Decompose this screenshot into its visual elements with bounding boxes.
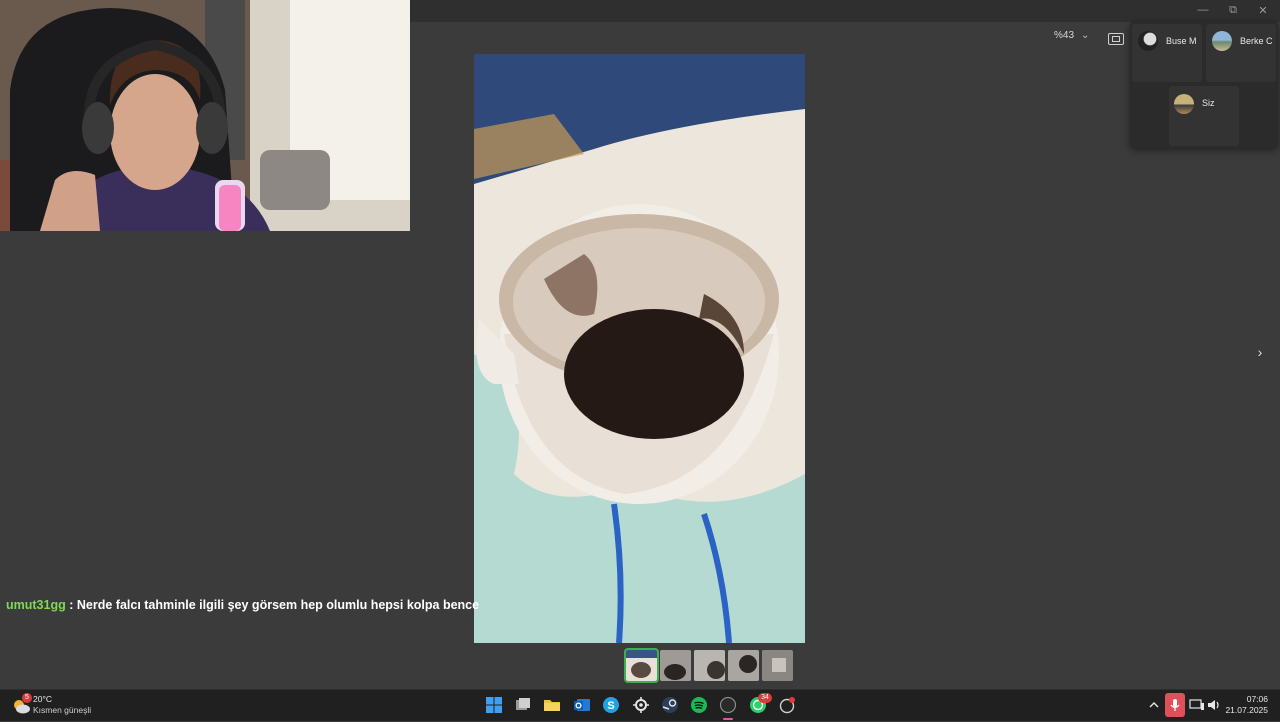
participant-tile-buse[interactable]: Buse M bbox=[1132, 24, 1202, 82]
participant-tile-self[interactable]: Siz bbox=[1169, 86, 1239, 146]
webcam-image bbox=[0, 0, 410, 231]
steelseries-icon[interactable] bbox=[632, 696, 650, 714]
weather-temp: 20°C bbox=[33, 694, 52, 704]
outlook-icon[interactable] bbox=[573, 696, 591, 714]
next-image-button[interactable]: › bbox=[1253, 344, 1267, 360]
svg-text:S: S bbox=[607, 700, 614, 712]
thumbnail-image bbox=[728, 650, 759, 681]
thumbnail-1[interactable] bbox=[624, 648, 659, 683]
coffee-cup-image bbox=[474, 54, 805, 643]
viewer-photo bbox=[474, 54, 805, 643]
participant-name: Berke C bbox=[1240, 36, 1273, 46]
thumbnail-image bbox=[626, 650, 657, 681]
participant-name: Siz bbox=[1202, 98, 1215, 108]
avatar bbox=[1174, 94, 1194, 114]
thumbnail-3[interactable] bbox=[694, 650, 725, 681]
active-app-icon[interactable] bbox=[719, 696, 737, 714]
thumbnail-2[interactable] bbox=[660, 650, 691, 681]
clock-date: 21.07.2025 bbox=[1225, 705, 1268, 715]
chat-username: umut31gg bbox=[6, 598, 66, 612]
thumbnail-image bbox=[762, 650, 793, 681]
display-icon[interactable] bbox=[1189, 697, 1207, 715]
windows-start-icon[interactable] bbox=[485, 696, 503, 714]
clock-time: 07:06 bbox=[1246, 694, 1268, 704]
steam-icon[interactable] bbox=[661, 696, 679, 714]
thumbnail-image bbox=[694, 650, 725, 681]
chat-separator: : bbox=[69, 598, 74, 612]
whatsapp-badge: 34 bbox=[758, 693, 772, 703]
recording-app-icon[interactable] bbox=[778, 696, 796, 714]
thumbnail-4[interactable] bbox=[728, 650, 759, 681]
chevron-down-icon[interactable]: ⌄ bbox=[1081, 30, 1089, 46]
microphone-icon bbox=[1170, 699, 1180, 711]
zoom-level[interactable]: %43 bbox=[1054, 30, 1074, 46]
participant-tile-berke[interactable]: Berke C bbox=[1206, 24, 1276, 82]
weather-desc: Kısmen güneşli bbox=[33, 705, 92, 715]
thumbnail-5[interactable] bbox=[762, 650, 793, 681]
thumbnail-image bbox=[660, 650, 691, 681]
avatar bbox=[1212, 31, 1232, 51]
task-view-icon[interactable] bbox=[514, 696, 532, 714]
weather-widget[interactable]: 5 20°C Kısmen güneşli bbox=[10, 690, 100, 721]
avatar bbox=[1138, 31, 1158, 51]
skype-icon[interactable]: S bbox=[602, 696, 620, 714]
webcam-feed bbox=[0, 0, 410, 231]
close-button[interactable]: ✕ bbox=[1253, 4, 1273, 17]
file-explorer-icon[interactable] bbox=[543, 696, 561, 714]
volume-icon[interactable] bbox=[1206, 697, 1224, 715]
weather-badge: 5 bbox=[22, 693, 32, 703]
minimize-button[interactable]: — bbox=[1193, 4, 1213, 16]
taskbar: 5 20°C Kısmen güneşli S 34 07:06 21.07.2… bbox=[0, 689, 1280, 721]
maximize-button[interactable]: ⧉ bbox=[1223, 4, 1243, 17]
chevron-up-icon[interactable] bbox=[1147, 698, 1165, 716]
chat-text: Nerde falcı tahminle ilgili şey görsem h… bbox=[76, 598, 480, 612]
microphone-active-button[interactable] bbox=[1165, 693, 1185, 717]
layout-toggle-icon[interactable] bbox=[1108, 33, 1124, 45]
participant-name: Buse M bbox=[1166, 36, 1197, 46]
participants-panel: Buse M Berke C Siz bbox=[1130, 22, 1278, 148]
chat-message: umut31gg : Nerde falcı tahminle ilgili ş… bbox=[6, 598, 479, 612]
spotify-icon[interactable] bbox=[690, 696, 708, 714]
